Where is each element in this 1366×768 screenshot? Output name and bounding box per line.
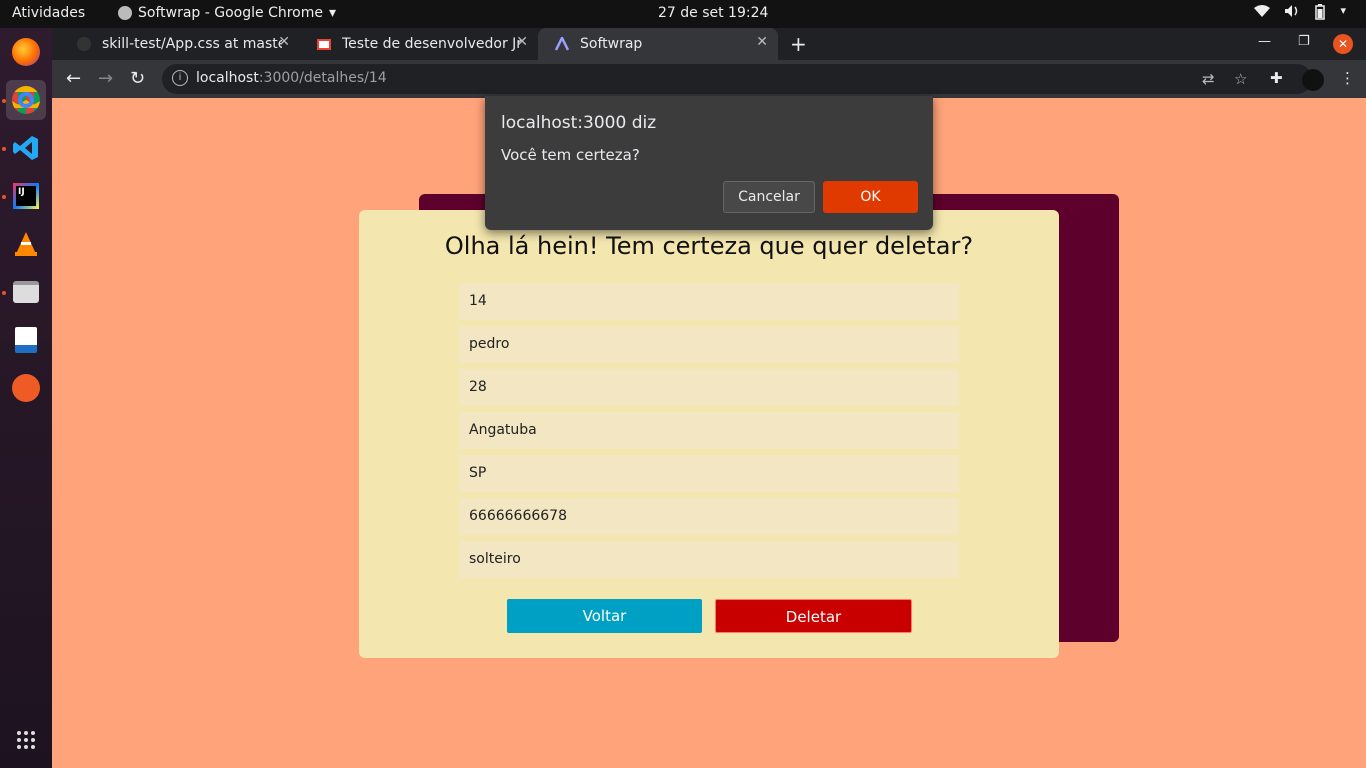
dock-vscode[interactable] bbox=[6, 128, 46, 168]
back-button[interactable]: Voltar bbox=[507, 599, 702, 633]
app-menu-label: Softwrap - Google Chrome bbox=[138, 5, 323, 21]
github-icon bbox=[76, 36, 92, 52]
clock[interactable]: 27 de set 19:24 bbox=[658, 5, 768, 21]
system-tray[interactable]: ▾ bbox=[1254, 4, 1346, 24]
back-arrow-icon[interactable]: ← bbox=[66, 68, 81, 89]
wifi-icon bbox=[1254, 4, 1271, 24]
delete-confirm-card: Olha lá hein! Tem certeza que quer delet… bbox=[359, 210, 1059, 658]
close-icon[interactable]: ✕ bbox=[756, 34, 768, 50]
translate-icon[interactable]: ⇄ bbox=[1202, 70, 1215, 88]
tab-label: Softwrap bbox=[580, 36, 643, 52]
field-marital-status[interactable]: solteiro bbox=[459, 541, 959, 578]
field-age[interactable]: 28 bbox=[459, 369, 959, 406]
chrome-small-icon bbox=[118, 6, 132, 20]
confirm-dialog: localhost:3000 diz Você tem certeza? Can… bbox=[485, 96, 933, 230]
show-apps-button[interactable] bbox=[6, 720, 46, 760]
minimize-button[interactable]: — bbox=[1258, 34, 1271, 49]
system-top-bar: Atividades Softwrap - Google Chrome ▾ 27… bbox=[0, 0, 1366, 28]
dialog-message: Você tem certeza? bbox=[501, 146, 640, 164]
reload-icon[interactable]: ↻ bbox=[130, 68, 145, 89]
dock-chrome[interactable] bbox=[6, 80, 46, 120]
kebab-menu-icon[interactable]: ⋮ bbox=[1340, 69, 1355, 87]
vlc-icon bbox=[15, 232, 37, 256]
intellij-icon: IJ bbox=[13, 183, 39, 209]
address-bar[interactable]: i localhost:3000/detalhes/14 ⇄ ☆ bbox=[162, 64, 1312, 94]
browser-toolbar: ← → ↻ i localhost:3000/detalhes/14 ⇄ ☆ ✚… bbox=[52, 60, 1366, 98]
firefox-icon bbox=[12, 38, 40, 66]
dock-vlc[interactable] bbox=[6, 224, 46, 264]
field-id[interactable]: 14 bbox=[459, 283, 959, 320]
tab-softwrap[interactable]: Softwrap ✕ bbox=[538, 28, 778, 60]
field-state[interactable]: SP bbox=[459, 455, 959, 492]
battery-icon bbox=[1314, 4, 1326, 24]
field-phone[interactable]: 66666666678 bbox=[459, 498, 959, 535]
ok-button[interactable]: OK bbox=[823, 181, 918, 213]
page-title: Olha lá hein! Tem certeza que quer delet… bbox=[444, 232, 974, 260]
softwrap-icon bbox=[554, 36, 570, 52]
ubuntu-dock: IJ bbox=[0, 28, 52, 768]
close-icon[interactable]: ✕ bbox=[278, 34, 290, 50]
profile-avatar[interactable] bbox=[1302, 69, 1324, 91]
bookmark-star-icon[interactable]: ☆ bbox=[1234, 70, 1247, 88]
tab-gmail[interactable]: Teste de desenvolvedor Jr ✕ bbox=[300, 28, 538, 60]
files-icon bbox=[13, 281, 39, 303]
field-name[interactable]: pedro bbox=[459, 326, 959, 363]
volume-icon bbox=[1284, 4, 1300, 24]
vscode-icon bbox=[13, 136, 38, 160]
forward-arrow-icon[interactable]: → bbox=[98, 68, 113, 89]
delete-button[interactable]: Deletar bbox=[715, 599, 912, 633]
dock-intellij[interactable]: IJ bbox=[6, 176, 46, 216]
gmail-icon bbox=[316, 36, 332, 52]
postman-icon bbox=[12, 374, 40, 402]
restore-button[interactable]: ❐ bbox=[1298, 34, 1310, 49]
field-city[interactable]: Angatuba bbox=[459, 412, 959, 449]
chevron-down-icon: ▾ bbox=[1340, 4, 1346, 17]
chevron-down-icon: ▾ bbox=[328, 5, 337, 21]
info-icon[interactable]: i bbox=[172, 70, 188, 86]
tab-github[interactable]: skill-test/App.css at master ✕ bbox=[60, 28, 300, 60]
dock-files[interactable] bbox=[6, 272, 46, 312]
tab-label: skill-test/App.css at master bbox=[102, 36, 282, 52]
app-menu[interactable]: Softwrap - Google Chrome ▾ bbox=[118, 5, 336, 21]
writer-icon bbox=[15, 327, 37, 353]
chrome-icon bbox=[12, 86, 40, 114]
dialog-title: localhost:3000 diz bbox=[501, 113, 657, 133]
dock-postman[interactable] bbox=[6, 368, 46, 408]
dock-writer[interactable] bbox=[6, 320, 46, 360]
close-icon[interactable]: ✕ bbox=[516, 34, 528, 50]
extensions-puzzle-icon[interactable]: ✚ bbox=[1270, 69, 1283, 87]
browser-tab-bar: skill-test/App.css at master ✕ Teste de … bbox=[52, 28, 1366, 60]
url-text[interactable]: localhost:3000/detalhes/14 bbox=[196, 70, 387, 86]
window-close-button[interactable]: ✕ bbox=[1333, 34, 1353, 54]
dock-firefox[interactable] bbox=[6, 32, 46, 72]
tab-label: Teste de desenvolvedor Jr bbox=[342, 36, 522, 52]
new-tab-button[interactable]: + bbox=[790, 32, 807, 56]
cancel-button[interactable]: Cancelar bbox=[723, 181, 815, 213]
apps-grid-icon bbox=[17, 731, 35, 749]
activities-button[interactable]: Atividades bbox=[12, 5, 85, 21]
